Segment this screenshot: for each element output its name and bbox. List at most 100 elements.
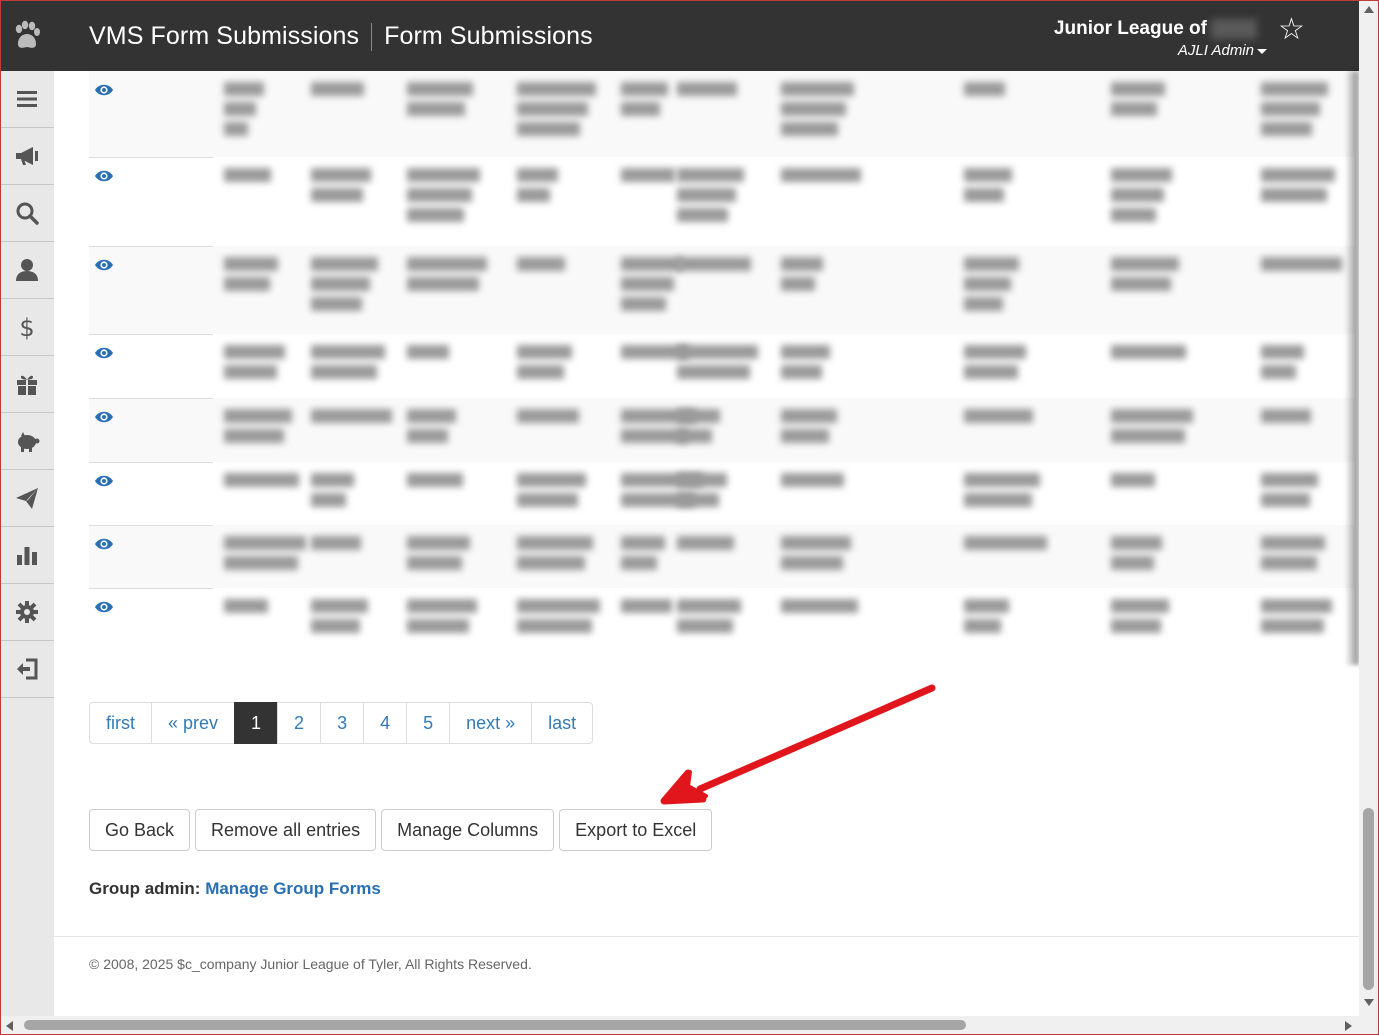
redacted-text [781,257,823,271]
redacted-text [517,536,593,550]
redacted-text [677,599,741,613]
redacted-text [964,619,1001,633]
page-5[interactable]: 5 [406,702,451,744]
redacted-text [1261,82,1328,96]
action-buttons: Go Back Remove all entries Manage Column… [89,809,713,851]
table-row [89,398,1355,462]
redacted-cell [224,252,278,297]
star-icon[interactable]: ☆ [1278,15,1305,45]
redacted-cell [677,163,744,228]
page-first[interactable]: first [89,702,152,744]
horizontal-scrollbar[interactable] [0,1016,1379,1035]
scroll-down-arrow-icon[interactable] [1364,999,1374,1006]
redacted-text [781,122,838,136]
page-next[interactable]: next » [449,702,533,744]
view-entry-eye-icon[interactable] [94,83,114,97]
redacted-cell [1111,340,1186,365]
sidebar-item-gifts[interactable] [0,356,54,413]
redacted-cell [964,340,1026,385]
sidebar-item-reports[interactable] [0,527,54,584]
go-back-button[interactable]: Go Back [89,809,191,851]
sidebar-item-announcements[interactable] [0,128,54,185]
page-title-bar: VMS Form Submissions Form Submissions [89,22,593,51]
redacted-text [621,82,668,96]
redacted-cell [407,77,473,122]
view-entry-eye-icon[interactable] [94,258,114,272]
redacted-cell [407,531,470,576]
redacted-text [517,473,586,487]
redacted-text [781,556,843,570]
redacted-cell [311,404,392,429]
table-overflow-shadow [1345,71,1359,665]
redacted-cell [1111,468,1155,493]
sidebar-item-menu[interactable] [0,71,54,128]
redacted-text [1261,556,1317,570]
redacted-cell [1111,404,1193,449]
view-entry-eye-icon[interactable] [94,474,114,488]
view-entry-eye-icon[interactable] [94,600,114,614]
redacted-text [517,409,579,423]
redacted-cell [517,77,596,142]
view-entry-eye-icon[interactable] [94,537,114,551]
redacted-text [224,102,256,116]
page-prev[interactable]: « prev [151,702,236,744]
export-to-excel-button[interactable]: Export to Excel [559,809,713,851]
redacted-text [311,82,364,96]
sidebar-item-finance[interactable]: $ [0,299,54,356]
redacted-cell [224,163,271,188]
paw-logo-icon[interactable] [0,0,54,71]
redacted-cell [964,404,1033,429]
redacted-text [224,473,299,487]
sidebar-item-search[interactable] [0,185,54,242]
page-3[interactable]: 3 [320,702,365,744]
redacted-cell [311,468,354,513]
user-role-dropdown[interactable]: AJLI Admin [1054,42,1267,59]
sidebar-item-members[interactable] [0,242,54,299]
redacted-cell [677,531,734,556]
horizontal-scroll-thumb[interactable] [24,1020,966,1030]
page-last[interactable]: last [531,702,594,744]
redacted-text [677,365,750,379]
vertical-scroll-thumb[interactable] [1363,808,1374,990]
redacted-text [407,102,465,116]
view-entry-eye-icon[interactable] [94,346,114,360]
scroll-right-arrow-icon[interactable] [1345,1021,1352,1031]
row-border [89,157,213,158]
redacted-text [1111,102,1157,116]
sidebar-item-messages[interactable] [0,470,54,527]
app-title[interactable]: VMS Form Submissions [89,22,359,51]
redacted-text [677,257,751,271]
row-border [89,334,213,335]
redacted-cell [964,77,1005,102]
remove-all-entries-button[interactable]: Remove all entries [195,809,377,851]
scroll-left-arrow-icon[interactable] [6,1021,13,1031]
manage-columns-button[interactable]: Manage Columns [381,809,555,851]
redacted-cell [677,594,741,639]
sidebar-item-settings[interactable] [0,584,54,641]
redacted-text [311,365,377,379]
page-1[interactable]: 1 [234,702,279,744]
page-2[interactable]: 2 [277,702,322,744]
redacted-text [781,409,837,423]
user-menu[interactable]: Junior League of AJLI Admin [1054,18,1267,59]
table-row [89,246,1355,334]
redacted-text [517,345,572,359]
manage-group-forms-link[interactable]: Manage Group Forms [205,879,381,898]
footer-copyright: © 2008, 2025 $c_company Junior League of… [89,956,532,972]
redacted-text [1261,102,1320,116]
page-4[interactable]: 4 [363,702,408,744]
redacted-cell [781,468,844,493]
vertical-scrollbar[interactable] [1359,0,1379,1016]
view-entry-eye-icon[interactable] [94,169,114,183]
scroll-up-arrow-icon[interactable] [1364,6,1374,13]
redacted-text [781,365,822,379]
redacted-text [311,345,385,359]
redacted-cell [964,468,1040,513]
redacted-text [1111,619,1161,633]
row-border [89,398,213,399]
gear-icon [16,601,38,623]
sidebar-item-fundraising[interactable] [0,413,54,470]
sidebar-item-logout[interactable] [0,641,54,698]
view-entry-eye-icon[interactable] [94,410,114,424]
redacted-cell [311,163,371,208]
